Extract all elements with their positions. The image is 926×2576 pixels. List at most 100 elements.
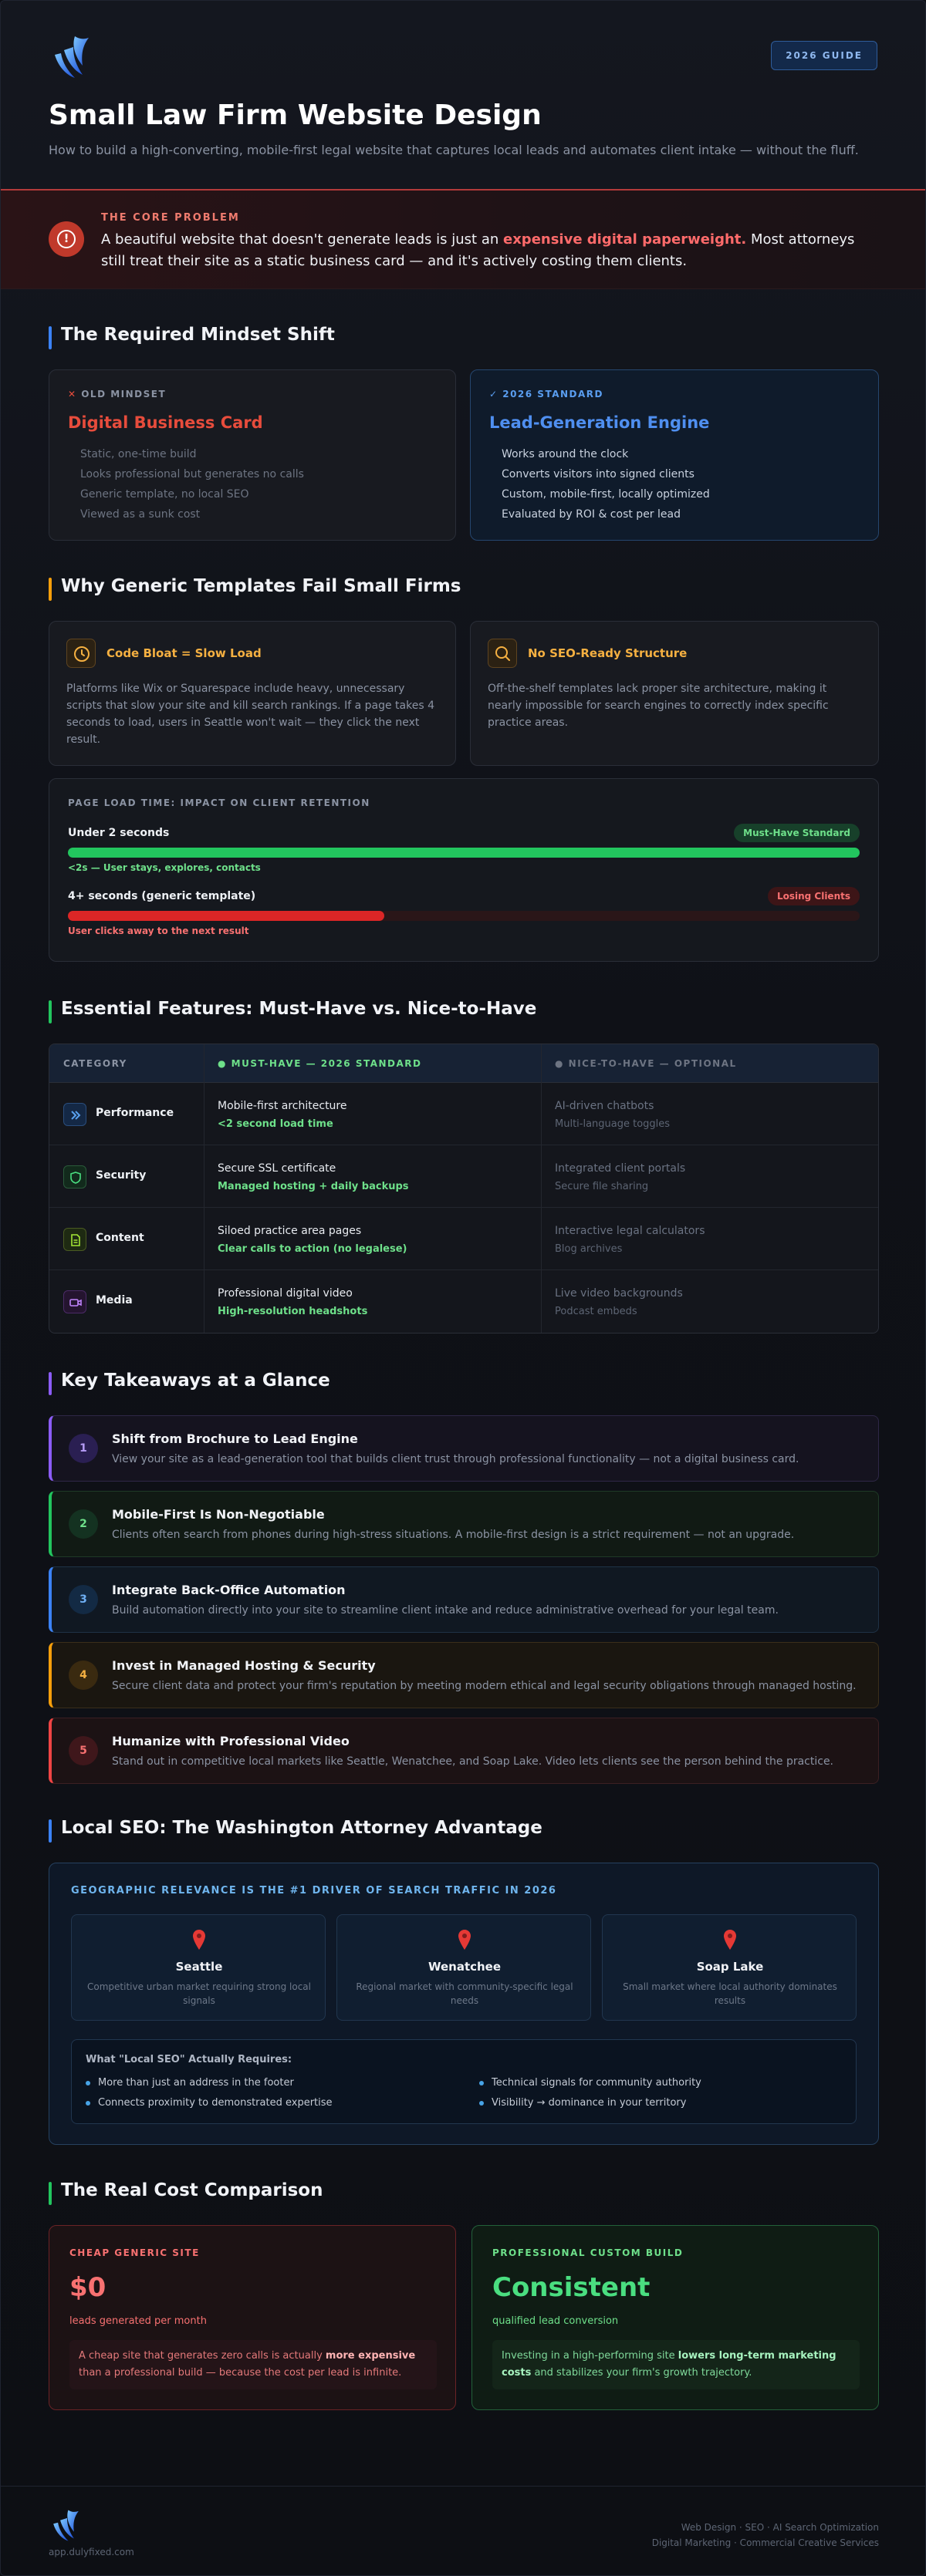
local-seo-panel: GEOGRAPHIC RELEVANCE IS THE #1 DRIVER OF… bbox=[49, 1863, 879, 2145]
must-have-primary: Siloed practice area pages bbox=[218, 1225, 362, 1237]
core-problem-banner: THE CORE PROBLEM A beautiful website tha… bbox=[1, 189, 925, 289]
city-description: Small market where local authority domin… bbox=[623, 1981, 837, 2006]
list-item: Technical signals for community authorit… bbox=[479, 2077, 701, 2089]
x-icon: ✕ bbox=[68, 389, 82, 400]
footer-url-link[interactable]: app.dulyfixed.com bbox=[49, 2547, 134, 2557]
local-seo-kicker: GEOGRAPHIC RELEVANCE IS THE #1 DRIVER OF… bbox=[71, 1885, 557, 1897]
map-pin-icon bbox=[458, 1930, 471, 1950]
column-header: ● MUST-HAVE — 2026 STANDARD bbox=[218, 1058, 422, 1069]
new-mindset-kicker: ✓ 2026 STANDARD bbox=[489, 389, 603, 400]
cost-figure: Consistent bbox=[492, 2272, 651, 2303]
logo-icon bbox=[55, 36, 89, 78]
nice-to-have-secondary: Blog archives bbox=[555, 1243, 623, 1255]
cost-card-cheap: CHEAP GENERIC SITE $0 leads generated pe… bbox=[49, 2225, 456, 2410]
city-name: Wenatchee bbox=[428, 1960, 502, 1974]
list-item: Viewed as a sunk cost bbox=[80, 508, 201, 521]
search-icon bbox=[488, 639, 517, 668]
infographic-page: 2026 GUIDE Small Law Firm Website Design… bbox=[0, 0, 926, 2576]
load-time-card: PAGE LOAD TIME: IMPACT ON CLIENT RETENTI… bbox=[49, 778, 879, 962]
section-title-takeaways: Key Takeaways at a Glance bbox=[49, 1371, 330, 1395]
cost-subtext: leads generated per month bbox=[69, 2315, 207, 2327]
nice-to-have-secondary: Secure file sharing bbox=[555, 1181, 649, 1192]
must-have-secondary: <2 second load time bbox=[218, 1118, 333, 1130]
local-seo-requirements: What "Local SEO" Actually Requires: More… bbox=[71, 2039, 857, 2124]
city-description: Regional market with community-specific … bbox=[356, 1981, 573, 2006]
cost-subtext: qualified lead conversion bbox=[492, 2315, 619, 2327]
section-title-cost: The Real Cost Comparison bbox=[49, 2180, 323, 2205]
must-have-secondary: Managed hosting + daily backups bbox=[218, 1181, 409, 1192]
list-item: Looks professional but generates no call… bbox=[80, 468, 304, 480]
cost-kicker: CHEAP GENERIC SITE bbox=[69, 2247, 200, 2258]
city-card-seattle: Seattle Competitive urban market requiri… bbox=[71, 1914, 326, 2021]
load-row-label: 4+ seconds (generic template) bbox=[68, 890, 256, 902]
column-header: ● NICE-TO-HAVE — OPTIONAL bbox=[555, 1058, 737, 1069]
footer-services-line: Web Design · SEO · AI Search Optimizatio… bbox=[681, 2522, 879, 2533]
nice-to-have-secondary: Multi-language toggles bbox=[555, 1118, 671, 1130]
must-have-primary: Mobile-first architecture bbox=[218, 1100, 347, 1112]
nice-to-have-primary: Integrated client portals bbox=[555, 1162, 686, 1175]
status-badge: Must-Have Standard bbox=[734, 824, 860, 842]
takeaway-title: Integrate Back-Office Automation bbox=[112, 1583, 346, 1597]
must-have-secondary: Clear calls to action (no legalese) bbox=[218, 1243, 407, 1255]
clock-icon bbox=[66, 639, 96, 668]
takeaway-number: 5 bbox=[69, 1736, 98, 1765]
takeaway-body: Stand out in competitive local markets l… bbox=[112, 1755, 834, 1768]
must-have-secondary: High-resolution headshots bbox=[218, 1306, 368, 1317]
page-subtitle: How to build a high-converting, mobile-f… bbox=[49, 143, 859, 157]
map-pin-icon bbox=[724, 1930, 736, 1950]
load-time-kicker: PAGE LOAD TIME: IMPACT ON CLIENT RETENTI… bbox=[68, 797, 370, 808]
status-badge: Losing Clients bbox=[767, 887, 860, 905]
list-item: Evaluated by ROI & cost per lead bbox=[502, 508, 681, 521]
takeaway-title: Shift from Brochure to Lead Engine bbox=[112, 1431, 358, 1446]
table-row: Media Professional digital video High-re… bbox=[49, 1270, 878, 1333]
takeaway-body: Secure client data and protect your firm… bbox=[112, 1680, 857, 1692]
section-title-features: Essential Features: Must-Have vs. Nice-t… bbox=[49, 999, 536, 1023]
takeaway-body: Clients often search from phones during … bbox=[112, 1529, 795, 1541]
takeaway-body: View your site as a lead-generation tool… bbox=[112, 1453, 799, 1465]
load-bar-fill bbox=[68, 911, 385, 921]
dot-icon: ● bbox=[555, 1058, 569, 1069]
city-name: Seattle bbox=[175, 1960, 223, 1974]
cost-kicker: PROFESSIONAL CUSTOM BUILD bbox=[492, 2247, 684, 2258]
why-card-body: Platforms like Wix or Squarespace includ… bbox=[66, 683, 434, 746]
table-row: Content Siloed practice area pages Clear… bbox=[49, 1208, 878, 1270]
takeaway-title: Mobile-First Is Non-Negotiable bbox=[112, 1507, 325, 1522]
load-bar-track bbox=[68, 911, 860, 921]
takeaway-card: 3 Integrate Back-Office Automation Build… bbox=[49, 1566, 879, 1633]
load-row-note: <2s — User stays, explores, contacts bbox=[68, 862, 261, 873]
core-problem-highlight: expensive digital paperweight. bbox=[502, 231, 747, 248]
city-name: Soap Lake bbox=[696, 1960, 764, 1974]
nice-to-have-primary: AI-driven chatbots bbox=[555, 1100, 654, 1112]
map-pin-icon bbox=[193, 1930, 205, 1950]
old-mindset-card: ✕ OLD MINDSET Digital Business Card Stat… bbox=[49, 369, 456, 541]
new-mindset-title: Lead-Generation Engine bbox=[489, 413, 710, 432]
takeaway-title: Humanize with Professional Video bbox=[112, 1734, 350, 1748]
takeaway-card: 1 Shift from Brochure to Lead Engine Vie… bbox=[49, 1415, 879, 1482]
list-item: Converts visitors into signed clients bbox=[502, 468, 694, 480]
section-title-mindset: The Required Mindset Shift bbox=[49, 325, 335, 349]
cost-note: Investing in a high-performing site lowe… bbox=[492, 2340, 860, 2389]
list-item: Works around the clock bbox=[502, 448, 629, 460]
takeaway-card: 2 Mobile-First Is Non-Negotiable Clients… bbox=[49, 1491, 879, 1557]
why-card-body: Off-the-shelf templates lack proper site… bbox=[488, 683, 829, 729]
dot-icon: ● bbox=[218, 1058, 231, 1069]
must-have-primary: Secure SSL certificate bbox=[218, 1162, 336, 1175]
why-card-code-bloat: Code Bloat = Slow Load Platforms like Wi… bbox=[49, 621, 456, 766]
why-card-title: Code Bloat = Slow Load bbox=[106, 646, 262, 660]
category-name: Security bbox=[96, 1169, 147, 1182]
footer-services-line: Digital Marketing · Commercial Creative … bbox=[651, 2537, 879, 2548]
chevrons-icon bbox=[63, 1103, 86, 1126]
category-name: Media bbox=[96, 1294, 133, 1307]
load-row-note: User clicks away to the next result bbox=[68, 926, 249, 936]
nice-to-have-primary: Interactive legal calculators bbox=[555, 1225, 705, 1237]
table-header: CATEGORY ● MUST-HAVE — 2026 STANDARD ● N… bbox=[49, 1044, 878, 1083]
logo-icon bbox=[53, 2510, 79, 2541]
cost-card-custom: PROFESSIONAL CUSTOM BUILD Consistent qua… bbox=[471, 2225, 879, 2410]
list-item: Connects proximity to demonstrated exper… bbox=[86, 2097, 333, 2109]
document-icon bbox=[63, 1228, 86, 1251]
footer: app.dulyfixed.com Web Design · SEO · AI … bbox=[1, 2486, 925, 2575]
load-bar-fill bbox=[68, 848, 860, 858]
table-row: Security Secure SSL certificate Managed … bbox=[49, 1145, 878, 1208]
list-item: Custom, mobile-first, locally optimized bbox=[502, 488, 710, 501]
new-mindset-list: Works around the clock Converts visitors… bbox=[502, 444, 710, 524]
